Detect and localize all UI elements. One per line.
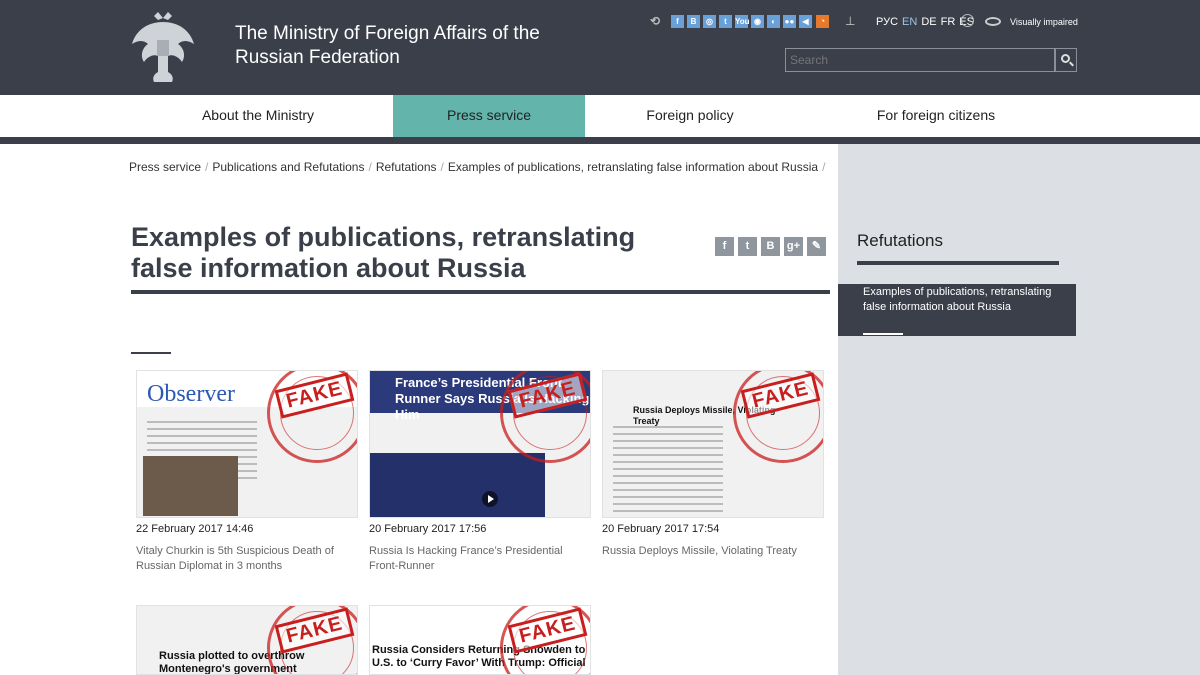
breadcrumb-refutations[interactable]: Refutations [376, 160, 437, 174]
card-title[interactable]: Russia Is Hacking France’s Presidential … [369, 544, 591, 574]
youtube-icon[interactable]: You [735, 15, 750, 28]
publication-card[interactable]: Russia Deploys Missile, Violating Treaty… [602, 370, 824, 559]
language-switcher: РУС EN DE FR ES [876, 16, 974, 28]
card-title[interactable]: Vitaly Churkin is 5th Suspicious Death o… [136, 544, 358, 574]
card-date: 22 February 2017 14:46 [136, 523, 254, 535]
main-nav: About the Ministry Press service Foreign… [0, 95, 1200, 137]
nav-for-foreign-citizens[interactable]: For foreign citizens [836, 95, 1036, 137]
nav-about-ministry[interactable]: About the Ministry [128, 95, 388, 137]
search-button[interactable] [1055, 48, 1077, 72]
telegram-icon[interactable]: ◀ [799, 15, 812, 28]
card-title[interactable]: Russia Deploys Missile, Violating Treaty [602, 544, 824, 559]
observer-logo: Observer [147, 381, 235, 407]
breadcrumb-current[interactable]: Examples of publications, retranslating … [448, 160, 818, 174]
sidebar-rule [857, 261, 1059, 265]
share-vk-icon[interactable]: B [761, 237, 780, 256]
livejournal-icon[interactable]: ◉ [751, 15, 764, 28]
publication-thumbnail[interactable]: Russia plotted to overthrow Montenegro's… [136, 605, 358, 675]
publication-thumbnail[interactable]: Russia Considers Returning Snowden to U.… [369, 605, 591, 675]
instagram-icon[interactable]: ◎ [703, 15, 716, 28]
vk-icon[interactable]: B [687, 15, 700, 28]
globe-icon[interactable] [961, 14, 974, 27]
eye-icon[interactable] [985, 17, 1001, 26]
share-google-plus-icon[interactable]: g+ [784, 237, 803, 256]
social-links: ⟲ f B ◎ t You ◉ ◐ ●● ◀ [648, 15, 812, 28]
site-header: The Ministry of Foreign Affairs of the R… [0, 0, 1200, 95]
card-date: 20 February 2017 17:54 [602, 523, 720, 535]
share-icon[interactable]: ⟲ [648, 15, 662, 28]
publication-card[interactable]: France’s Presidential Front-Runner Says … [369, 370, 591, 574]
sidebar-item-examples[interactable]: Examples of publications, retranslating … [838, 284, 1076, 336]
play-icon[interactable] [482, 491, 498, 507]
share-twitter-icon[interactable]: t [738, 237, 757, 256]
publication-thumbnail[interactable]: Observer FAKE [136, 370, 358, 518]
nav-foreign-policy[interactable]: Foreign policy [590, 95, 790, 137]
facebook-icon[interactable]: f [671, 15, 684, 28]
search-input[interactable] [785, 48, 1055, 72]
share-buttons: f t B g+ ✎ [715, 237, 826, 256]
publication-thumbnail[interactable]: Russia Deploys Missile, Violating Treaty… [602, 370, 824, 518]
site-title[interactable]: The Ministry of Foreign Affairs of the R… [235, 22, 575, 70]
rss-icon[interactable]: ◔ [816, 15, 829, 28]
nav-press-service[interactable]: Press service [393, 95, 585, 137]
periscope-icon[interactable]: ◐ [767, 15, 780, 28]
publication-thumbnail[interactable]: France’s Presidential Front-Runner Says … [369, 370, 591, 518]
sidebar-item-underline [863, 333, 903, 335]
twitter-icon[interactable]: t [719, 15, 732, 28]
lang-de[interactable]: DE [921, 16, 936, 28]
flickr-icon[interactable]: ●● [783, 15, 796, 28]
sitemap-icon[interactable]: ⊥ [845, 14, 855, 28]
video-frame [370, 453, 545, 517]
publication-card[interactable]: Russia plotted to overthrow Montenegro's… [136, 605, 358, 675]
nav-divider [0, 137, 1200, 144]
share-edit-icon[interactable]: ✎ [807, 237, 826, 256]
sidebar-title[interactable]: Refutations [857, 231, 943, 251]
share-facebook-icon[interactable]: f [715, 237, 734, 256]
lang-fr[interactable]: FR [941, 16, 956, 28]
section-marker [131, 352, 171, 354]
visually-impaired-link[interactable]: Visually impaired [1010, 17, 1078, 27]
page-title: Examples of publications, retranslating … [131, 222, 636, 283]
breadcrumb-publications[interactable]: Publications and Refutations [212, 160, 364, 174]
publication-card[interactable]: Observer FAKE 22 February 2017 14:46 Vit… [136, 370, 358, 574]
publication-card[interactable]: Russia Considers Returning Snowden to U.… [369, 605, 591, 675]
lang-en[interactable]: EN [902, 16, 917, 28]
breadcrumb-press-service[interactable]: Press service [129, 160, 201, 174]
breadcrumb: Press service / Publications and Refutatio… [129, 160, 826, 174]
title-divider [131, 290, 830, 294]
sidebar: Refutations Examples of publications, re… [838, 144, 1200, 675]
lang-ru[interactable]: РУС [876, 16, 898, 28]
double-headed-eagle-emblem-icon[interactable] [128, 10, 198, 84]
card-date: 20 February 2017 17:56 [369, 523, 487, 535]
